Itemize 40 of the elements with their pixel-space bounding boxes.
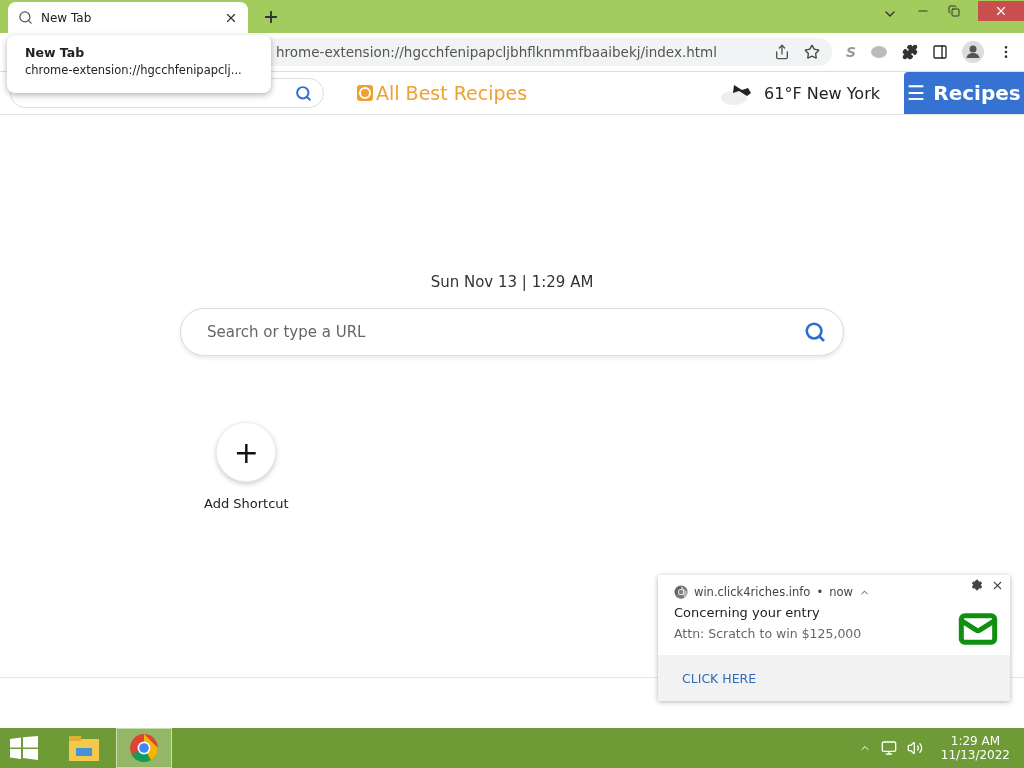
search-field[interactable]: Search or type a URL (180, 308, 844, 356)
chrome-logo-icon (129, 733, 159, 763)
search-icon (18, 10, 33, 25)
start-button[interactable] (10, 736, 38, 760)
close-icon (994, 4, 1008, 18)
address-text: hrome-extension://hgcchfenipapcljbhflknmmfbaaibekj/index.html (276, 44, 718, 60)
search-icon[interactable] (295, 85, 312, 102)
weather-text: 61°F New York (764, 83, 880, 103)
new-tab-button[interactable] (262, 8, 280, 26)
shortcut-label: Add Shortcut (204, 496, 289, 511)
side-panel-icon[interactable] (932, 44, 948, 60)
chrome-logo-icon (674, 585, 688, 599)
share-icon[interactable] (773, 44, 790, 60)
add-shortcut-button[interactable]: + (216, 422, 277, 482)
browser-tab[interactable]: New Tab (8, 2, 248, 33)
notification-body: Attn: Scratch to win $125,000 (674, 626, 863, 641)
notification-title: Concerning your entry (674, 605, 821, 620)
bookmark-star-icon[interactable] (803, 44, 820, 60)
notification-site: win.click4riches.info (694, 585, 811, 599)
extension-icon[interactable]: S (845, 44, 856, 60)
settings-icon[interactable] (971, 579, 983, 591)
date-time: Sun Nov 13 | 1:29 AM (430, 273, 594, 291)
separator-dot: • (816, 585, 824, 599)
network-icon[interactable] (880, 740, 897, 756)
profile-avatar-icon[interactable] (962, 41, 984, 63)
taskbar-clock[interactable]: 1:29 AM 11/13/2022 (940, 734, 1010, 762)
close-icon[interactable] (991, 579, 1004, 592)
tooltip-title: New Tab (25, 45, 86, 60)
tab-title: New Tab (41, 10, 93, 25)
volume-icon[interactable] (906, 740, 923, 756)
notification-time: now (829, 585, 853, 599)
recipes-menu-button[interactable]: ☰ Recipes (904, 72, 1024, 114)
extensions-icon[interactable] (902, 44, 918, 60)
folder-icon (68, 734, 100, 762)
click-here-button[interactable]: CLICK HERE (658, 655, 1010, 701)
taskbar-app[interactable] (116, 728, 172, 768)
search-icon[interactable] (804, 321, 826, 343)
restore-icon[interactable] (948, 5, 960, 17)
logo-icon (356, 84, 374, 102)
tooltip-url: chrome-extension://hgcchfenipapclj... (25, 63, 243, 77)
